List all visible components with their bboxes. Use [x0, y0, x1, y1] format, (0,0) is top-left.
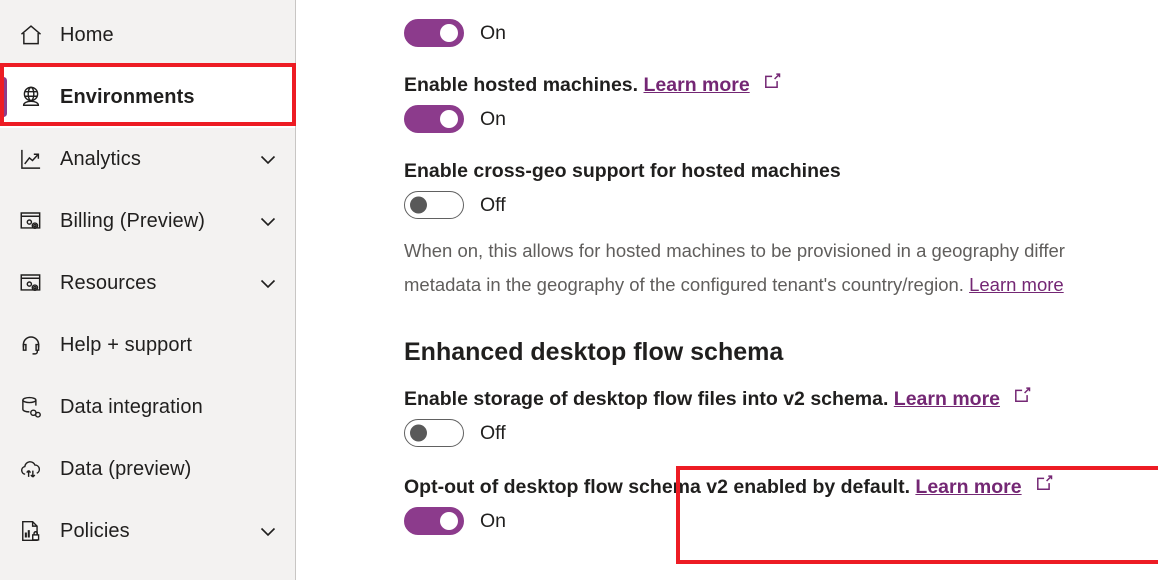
- database-link-icon: [16, 392, 46, 422]
- setting-opt-out-v2-schema-default: Opt-out of desktop flow schema v2 enable…: [404, 474, 1158, 538]
- sidebar-item-label: Billing (Preview): [60, 209, 206, 232]
- toggle-state-label: Off: [480, 421, 506, 444]
- sidebar-item-label: Environments: [60, 85, 195, 108]
- toggle-switch[interactable]: [404, 19, 464, 47]
- sidebar-item-help-support[interactable]: Help + support: [0, 314, 295, 376]
- cross-geo-description: When on, this allows for hosted machines…: [404, 234, 1158, 302]
- setting-label-text: Enable cross-geo support for hosted mach…: [404, 160, 841, 182]
- setting-label: Enable hosted machines. Learn more: [404, 72, 1158, 98]
- learn-more-link[interactable]: Learn more: [644, 74, 750, 96]
- setting-enable-hosted-machines: Enable hosted machines. Learn more On: [404, 72, 1158, 136]
- sidebar-item-label: Resources: [60, 271, 157, 294]
- chevron-down-icon[interactable]: [255, 271, 281, 295]
- description-line-2-text: metadata in the geography of the configu…: [404, 274, 970, 295]
- setting-toggle: Off: [404, 416, 1158, 450]
- sidebar-item-resources[interactable]: Resources: [0, 252, 295, 314]
- sidebar-item-label: Home: [60, 23, 114, 46]
- sidebar-item-data-preview[interactable]: Data (preview): [0, 438, 295, 500]
- setting-enable-v2-schema-storage: Enable storage of desktop flow files int…: [404, 386, 1158, 450]
- toggle-switch[interactable]: [404, 419, 464, 447]
- toggle-switch[interactable]: [404, 105, 464, 133]
- sidebar-item-analytics[interactable]: Analytics: [0, 128, 295, 190]
- headset-icon: [16, 330, 46, 360]
- external-link-icon[interactable]: [1036, 474, 1053, 491]
- toggle-state-label: On: [480, 107, 507, 130]
- sidebar-item-home[interactable]: Home: [0, 4, 295, 66]
- globe-icon: [16, 82, 46, 112]
- admin-center-window: Home Environments Analytics Billing (Pre…: [0, 0, 1158, 580]
- sidebar-item-billing[interactable]: Billing (Preview): [0, 190, 295, 252]
- setting-toggle: On: [404, 504, 1158, 538]
- setting-label: Enable cross-geo support for hosted mach…: [404, 158, 1158, 184]
- chevron-down-icon[interactable]: [255, 209, 281, 233]
- toggle-knob: [410, 196, 427, 214]
- learn-more-link[interactable]: Learn more: [969, 274, 1064, 295]
- settings-content-pane: g p On Enable hosted machines. Learn mor…: [296, 0, 1158, 580]
- sidebar-item-data-integration[interactable]: Data integration: [0, 376, 295, 438]
- toggle-knob: [440, 512, 458, 530]
- toggle-state-label: Off: [480, 193, 506, 216]
- setting-row-toggle-only: On: [404, 16, 1158, 50]
- sidebar-item-policies[interactable]: Policies: [0, 500, 295, 562]
- cloud-upload-icon: [16, 454, 46, 484]
- chevron-down-icon[interactable]: [255, 519, 281, 543]
- billing-window-gears-icon: [16, 206, 46, 236]
- toggle-knob: [440, 110, 458, 128]
- left-navigation-sidebar: Home Environments Analytics Billing (Pre…: [0, 0, 296, 580]
- setting-toggle: Off: [404, 188, 1158, 222]
- sidebar-item-label: Policies: [60, 519, 130, 542]
- toggle-knob: [440, 24, 458, 42]
- home-icon: [16, 20, 46, 50]
- sidebar-item-label: Data integration: [60, 395, 203, 418]
- chevron-down-icon[interactable]: [255, 147, 281, 171]
- learn-more-link[interactable]: Learn more: [915, 476, 1021, 498]
- sidebar-item-label: Data (preview): [60, 457, 192, 480]
- active-indicator-bar: [0, 77, 7, 117]
- section-heading: Enhanced desktop flow schema: [404, 338, 784, 366]
- toggle-switch[interactable]: [404, 191, 464, 219]
- setting-label-text: Enable hosted machines.: [404, 74, 639, 96]
- toggle-state-label: On: [480, 21, 507, 44]
- external-link-icon[interactable]: [764, 72, 781, 89]
- setting-label-text: Enable storage of desktop flow files int…: [404, 388, 889, 410]
- sidebar-item-label: Analytics: [60, 147, 141, 170]
- setting-toggle: On: [404, 102, 1158, 136]
- external-link-icon[interactable]: [1014, 386, 1031, 403]
- toggle-knob: [410, 424, 427, 442]
- description-line-2: metadata in the geography of the configu…: [404, 268, 1158, 302]
- resources-window-gears-icon: [16, 268, 46, 298]
- learn-more-link[interactable]: Learn more: [894, 388, 1000, 410]
- sidebar-item-environments[interactable]: Environments: [0, 66, 295, 128]
- toggle-switch[interactable]: [404, 507, 464, 535]
- toggle-state-label: On: [480, 509, 507, 532]
- clipped-previous-setting: g p: [404, 0, 1158, 4]
- description-line-1: When on, this allows for hosted machines…: [404, 240, 1065, 261]
- analytics-chart-icon: [16, 144, 46, 174]
- document-lock-icon: [16, 516, 46, 546]
- setting-label-text: Opt-out of desktop flow schema v2 enable…: [404, 476, 910, 498]
- setting-enable-cross-geo-support: Enable cross-geo support for hosted mach…: [404, 158, 1158, 222]
- settings-list: g p On Enable hosted machines. Learn mor…: [404, 0, 1158, 538]
- setting-label: Enable storage of desktop flow files int…: [404, 386, 1158, 412]
- sidebar-item-label: Help + support: [60, 333, 193, 356]
- setting-label: Opt-out of desktop flow schema v2 enable…: [404, 474, 1158, 500]
